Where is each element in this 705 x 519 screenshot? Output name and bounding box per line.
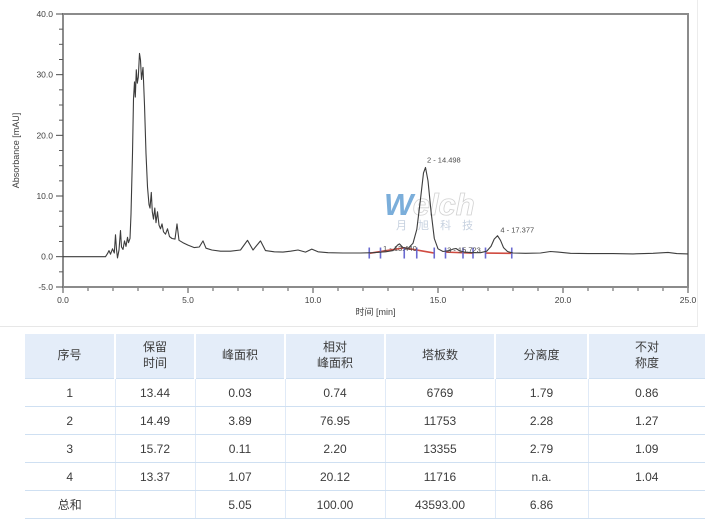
table-cell: 1: [25, 379, 115, 407]
x-axis: 0.0 5.0 10.0 15.0 20.0 25.0: [57, 288, 696, 305]
table-cell: 3: [25, 435, 115, 463]
table-cell: 5.05: [195, 491, 285, 519]
table-cell: 11753: [385, 407, 495, 435]
column-header-peak-area: 峰面积: [195, 334, 285, 379]
table-cell: 2: [25, 407, 115, 435]
column-header-resolution: 分离度: [495, 334, 588, 379]
chromatogram-trace: [63, 53, 688, 258]
table-cell: 13.44: [115, 379, 195, 407]
column-header-retention-time: 保留 时间: [115, 334, 195, 379]
table-cell: 6769: [385, 379, 495, 407]
table-cell: 4: [25, 463, 115, 491]
table-cell: 76.95: [285, 407, 385, 435]
welch-logo-letter-w: W: [384, 187, 416, 222]
table-cell: 2.20: [285, 435, 385, 463]
table-row: 214.493.8976.95117532.281.27: [25, 407, 705, 435]
table-cell: 13355: [385, 435, 495, 463]
table-cell: 15.72: [115, 435, 195, 463]
table-cell: 2.28: [495, 407, 588, 435]
table-row: 315.720.112.20133552.791.09: [25, 435, 705, 463]
table-cell: 3.89: [195, 407, 285, 435]
column-header-plate-number: 塔板数: [385, 334, 495, 379]
table-cell: 0.11: [195, 435, 285, 463]
y-axis-tick-label: -5.0: [38, 282, 53, 292]
x-axis-tick-label: 25.0: [680, 295, 697, 305]
x-axis-tick-label: 0.0: [57, 295, 69, 305]
y-axis-tick-label: 0.0: [41, 252, 53, 262]
report-page: { "watermark": { "brand_first_letter": "…: [0, 0, 705, 507]
table-cell: 1.04: [588, 463, 705, 491]
table-row: 413.371.0720.1211716n.a.1.04: [25, 463, 705, 491]
welch-logo-letters: elch: [413, 187, 475, 222]
table-row: 总和 5.05100.0043593.006.86: [25, 491, 705, 519]
watermark-subtext: 月 旭 科 技: [396, 218, 477, 232]
table-cell: 总和: [25, 491, 115, 519]
table-cell: 1.09: [588, 435, 705, 463]
y-axis-tick-label: 20.0: [36, 130, 53, 140]
peak-label-4: 4 - 17.377: [500, 226, 534, 235]
header-row: 序号 保留 时间 峰面积 相对 峰面积 塔板数 分离度 不对 称度: [25, 334, 705, 379]
table-cell: 0.74: [285, 379, 385, 407]
results-table-body: 113.440.030.7467691.790.86214.493.8976.9…: [25, 379, 705, 519]
column-header-index: 序号: [25, 334, 115, 379]
peak-label-1: 1 - 13.440: [383, 244, 417, 253]
table-cell: [115, 491, 195, 519]
table-cell: 11716: [385, 463, 495, 491]
chromatogram-chart: -5.0 0.0 10.0 20.0 30.0 40.0 Absorbance [mAU] 0…: [0, 0, 705, 326]
x-axis-tick-label: 15.0: [430, 295, 447, 305]
y-axis: -5.0 0.0 10.0 20.0 30.0 40.0: [36, 9, 63, 292]
y-axis-tick-label: 10.0: [36, 191, 53, 201]
table-cell: 1.27: [588, 407, 705, 435]
table-cell: 14.49: [115, 407, 195, 435]
y-axis-tick-label: 40.0: [36, 9, 53, 19]
peak-label-3: 3 - 15.723: [447, 245, 481, 254]
table-cell: 2.79: [495, 435, 588, 463]
x-axis-title: 时间 [min]: [355, 306, 395, 317]
table-cell: 1.07: [195, 463, 285, 491]
table-cell: 43593.00: [385, 491, 495, 519]
x-axis-tick-label: 5.0: [182, 295, 194, 305]
column-header-relative-peak-area: 相对 峰面积: [285, 334, 385, 379]
table-cell: 6.86: [495, 491, 588, 519]
table-cell: [588, 491, 705, 519]
peak-label-2: 2 - 14.498: [427, 155, 461, 164]
plot-frame: [63, 14, 688, 287]
results-table-header: 序号 保留 时间 峰面积 相对 峰面积 塔板数 分离度 不对 称度: [25, 334, 705, 379]
column-header-asymmetry: 不对 称度: [588, 334, 705, 379]
table-cell: 1.79: [495, 379, 588, 407]
table-cell: 0.86: [588, 379, 705, 407]
table-cell: 20.12: [285, 463, 385, 491]
table-cell: 100.00: [285, 491, 385, 519]
x-axis-tick-label: 10.0: [305, 295, 322, 305]
x-axis-tick-label: 20.0: [555, 295, 572, 305]
y-axis-tick-label: 30.0: [36, 70, 53, 80]
table-row: 113.440.030.7467691.790.86: [25, 379, 705, 407]
table-cell: 13.37: [115, 463, 195, 491]
peak-results-table: 序号 保留 时间 峰面积 相对 峰面积 塔板数 分离度 不对 称度 113.44…: [25, 334, 705, 519]
chromatogram-panel: -5.0 0.0 10.0 20.0 30.0 40.0 Absorbance [mAU] 0…: [0, 0, 698, 327]
table-cell: n.a.: [495, 463, 588, 491]
table-cell: 0.03: [195, 379, 285, 407]
y-axis-title: Absorbance [mAU]: [11, 113, 21, 189]
